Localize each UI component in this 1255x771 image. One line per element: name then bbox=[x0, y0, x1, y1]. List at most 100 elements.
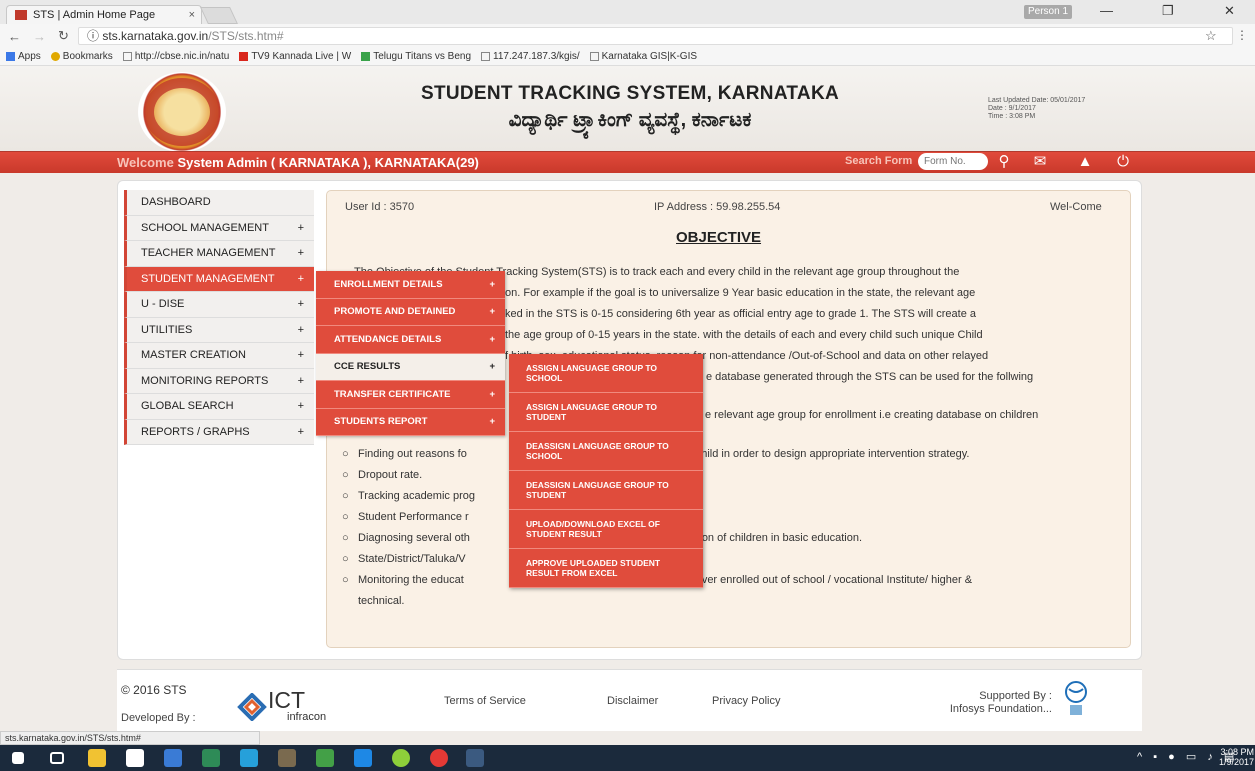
chrome-icon[interactable] bbox=[430, 749, 448, 767]
menu-approve-uploaded-result[interactable]: APPROVE UPLOADED STUDENT RESULT FROM EXC… bbox=[509, 549, 703, 588]
expand-icon: + bbox=[489, 278, 495, 290]
back-icon[interactable]: ← bbox=[8, 29, 21, 44]
close-window-icon[interactable]: ✕ bbox=[1224, 3, 1235, 19]
list-item: ○ Diagnosing several oth etention of child… bbox=[342, 532, 863, 544]
star-icon bbox=[50, 51, 60, 61]
minimize-icon[interactable]: — bbox=[1100, 3, 1113, 18]
sports-icon bbox=[361, 51, 371, 61]
sidebar-item-u-dise[interactable]: U - DISE + bbox=[124, 292, 314, 318]
app-icon[interactable] bbox=[316, 749, 334, 767]
site-info-icon[interactable]: ⓘ bbox=[87, 29, 99, 43]
privacy-policy-link[interactable]: Privacy Policy bbox=[712, 695, 780, 707]
paint-icon[interactable] bbox=[278, 749, 296, 767]
sidebar-item-global-search[interactable]: GLOBAL SEARCH + bbox=[124, 394, 314, 420]
user-id: User Id : 3570 bbox=[345, 201, 415, 213]
restore-icon[interactable]: ❐ bbox=[1162, 3, 1174, 19]
terms-of-service-link[interactable]: Terms of Service bbox=[444, 695, 526, 707]
site-favicon-icon bbox=[15, 10, 27, 20]
sidebar-item-dashboard[interactable]: DASHBOARD bbox=[124, 190, 314, 216]
sidebar-item-master-creation[interactable]: MASTER CREATION + bbox=[124, 343, 314, 369]
list-item: ○ Monitoring the educat s of never enrolle… bbox=[342, 574, 973, 586]
bookmarks-bar: Apps Bookmarks http://cbse.nic.in/natu T… bbox=[0, 48, 1255, 66]
bookmark-item[interactable]: Karnataka GIS|K-GIS bbox=[589, 51, 697, 62]
expand-icon: + bbox=[297, 221, 304, 234]
clock-time: 3:08 PM bbox=[1220, 747, 1255, 757]
sidebar-item-label: SCHOOL MANAGEMENT bbox=[141, 221, 269, 234]
bookmark-item[interactable]: TV9 Kannada Live | W bbox=[239, 51, 351, 62]
bookmark-star-icon[interactable]: ☆ bbox=[1205, 28, 1217, 44]
expand-icon: + bbox=[489, 306, 495, 318]
task-view-icon[interactable] bbox=[50, 752, 64, 764]
search-icon[interactable]: ⚲ bbox=[994, 152, 1014, 172]
excel-icon[interactable] bbox=[202, 749, 220, 767]
submenu-promote-and-detained[interactable]: PROMOTE AND DETAINED + bbox=[316, 298, 505, 326]
file-explorer-icon[interactable] bbox=[88, 749, 106, 767]
sidebar-item-school-management[interactable]: SCHOOL MANAGEMENT + bbox=[124, 215, 314, 241]
bookmark-item[interactable]: Apps bbox=[6, 51, 41, 62]
page-icon bbox=[589, 51, 599, 61]
bookmark-item[interactable]: http://cbse.nic.in/natu bbox=[122, 51, 229, 62]
expand-icon: + bbox=[297, 400, 304, 413]
store-icon[interactable] bbox=[126, 749, 144, 767]
profile-button[interactable]: Person 1 bbox=[1024, 5, 1072, 19]
welcome-word: Welcome bbox=[117, 155, 174, 170]
apps-grid-icon bbox=[6, 51, 15, 61]
app-icon[interactable] bbox=[240, 749, 258, 767]
disclaimer-link[interactable]: Disclaimer bbox=[607, 695, 658, 707]
chrome-active-icon[interactable] bbox=[466, 749, 484, 767]
supported-by-label: Supported By : bbox=[979, 690, 1052, 702]
sidebar-item-monitoring-reports[interactable]: MONITORING REPORTS + bbox=[124, 368, 314, 394]
expand-icon: + bbox=[297, 298, 304, 311]
form-number-search-input[interactable] bbox=[918, 153, 988, 170]
last-updated-info: Last Updated Date: 05/01/2017 Date : 9/1… bbox=[988, 97, 1085, 121]
sidebar-item-label: GLOBAL SEARCH bbox=[141, 400, 234, 413]
expand-icon: + bbox=[297, 247, 304, 260]
sidebar-item-label: U - DISE bbox=[141, 298, 185, 311]
reload-icon[interactable]: ↻ bbox=[58, 28, 69, 44]
bullet-line: e relevant age group for enrollment i.e … bbox=[705, 409, 1039, 421]
skype-icon[interactable] bbox=[354, 749, 372, 767]
whatsapp-icon[interactable] bbox=[392, 749, 410, 767]
menu-deassign-language-group-student[interactable]: DEASSIGN LANGUAGE GROUP TO STUDENT bbox=[509, 471, 703, 510]
windows-taskbar bbox=[0, 745, 1255, 771]
sidebar-item-utilities[interactable]: UTILITIES + bbox=[124, 317, 314, 343]
submenu-transfer-certificate[interactable]: TRANSFER CERTIFICATE + bbox=[316, 381, 505, 409]
welcome-note: Wel-Come bbox=[1050, 201, 1102, 213]
logout-power-icon[interactable]: ⏻ bbox=[1113, 152, 1133, 172]
menu-assign-language-group-school[interactable]: ASSIGN LANGUAGE GROUP TO SCHOOL bbox=[509, 354, 703, 393]
menu-deassign-language-group-school[interactable]: DEASSIGN LANGUAGE GROUP TO SCHOOL bbox=[509, 432, 703, 471]
menu-upload-download-excel[interactable]: UPLOAD/DOWNLOAD EXCEL OF STUDENT RESULT bbox=[509, 510, 703, 549]
taskbar-clock[interactable]: 3:08 PM 1/9/2017 bbox=[1219, 747, 1254, 767]
logged-in-user: System Admin ( KARNATAKA ), KARNATAKA(29… bbox=[177, 155, 479, 170]
objective-list: ○ Finding out reasons fo hool child in ord… bbox=[340, 444, 1110, 612]
submenu-cce-results[interactable]: CCE RESULTS + bbox=[316, 353, 505, 381]
bookmark-item[interactable]: Telugu Titans vs Beng bbox=[361, 51, 471, 62]
supporter-name: Infosys Foundation... bbox=[949, 703, 1052, 715]
submenu-attendance-details[interactable]: ATTENDANCE DETAILS + bbox=[316, 326, 505, 354]
submenu-enrollment-details[interactable]: ENROLLMENT DETAILS + bbox=[316, 271, 505, 299]
publisher-icon[interactable] bbox=[164, 749, 182, 767]
objective-heading: OBJECTIVE bbox=[676, 229, 762, 246]
windows-start-icon[interactable] bbox=[12, 752, 24, 764]
browser-status-url: sts.karnataka.gov.in/STS/sts.htm# bbox=[0, 731, 260, 745]
list-item: ○Tracking academic progl. bbox=[342, 490, 685, 502]
menu-assign-language-group-student[interactable]: ASSIGN LANGUAGE GROUP TO STUDENT bbox=[509, 393, 703, 432]
forward-icon[interactable]: → bbox=[33, 29, 46, 44]
notification-bell-icon[interactable]: ▲ bbox=[1075, 152, 1095, 172]
expand-icon: + bbox=[297, 323, 304, 336]
bookmark-item[interactable]: Bookmarks bbox=[50, 51, 113, 62]
sidebar-item-teacher-management[interactable]: TEACHER MANAGEMENT + bbox=[124, 241, 314, 267]
sidebar-item-label: DASHBOARD bbox=[141, 196, 211, 209]
submenu-students-report[interactable]: STUDENTS REPORT + bbox=[316, 408, 505, 436]
supported-by: Supported By : Infosys Foundation... bbox=[932, 690, 1052, 716]
browser-tab[interactable]: STS | Admin Home Page × bbox=[6, 5, 202, 24]
menu-icon[interactable]: ⋮ bbox=[1236, 28, 1248, 42]
sidebar-item-label: STUDENT MANAGEMENT bbox=[141, 272, 275, 285]
mail-icon[interactable]: ✉ bbox=[1030, 152, 1050, 172]
list-item: technical. bbox=[358, 595, 405, 607]
sidebar-item-reports-graphs[interactable]: REPORTS / GRAPHS + bbox=[124, 419, 314, 445]
url-field[interactable]: ⓘ sts.karnataka.gov.in/STS/sts.htm# bbox=[78, 27, 1233, 45]
sidebar-item-student-management[interactable]: STUDENT MANAGEMENT + bbox=[124, 266, 314, 292]
tab-close-button[interactable]: × bbox=[189, 9, 195, 21]
bookmark-item[interactable]: 117.247.187.3/kgis/ bbox=[481, 51, 580, 62]
